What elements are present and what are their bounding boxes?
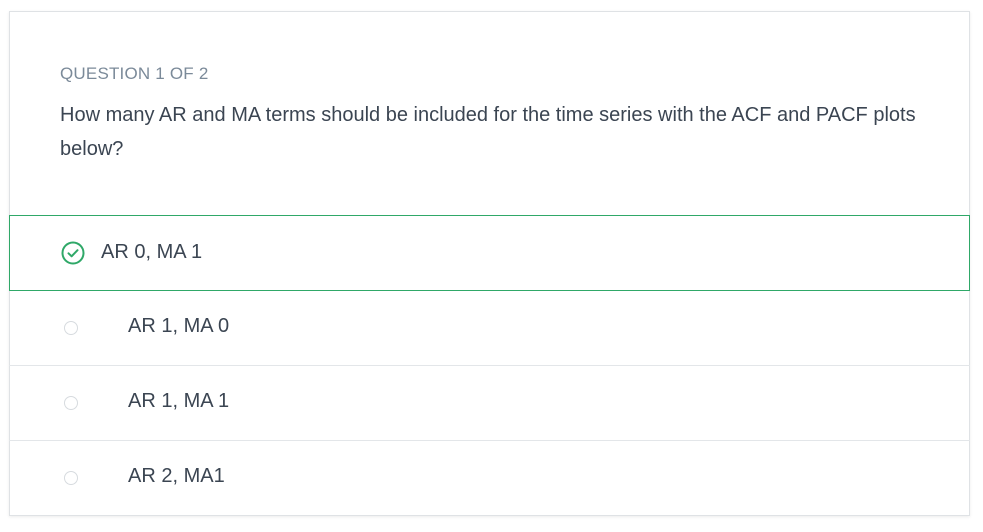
answer-label: AR 0, MA 1 — [101, 241, 203, 263]
radio-circle-icon[interactable] — [64, 321, 78, 335]
answer-option-1[interactable]: AR 0, MA 1 — [9, 215, 970, 291]
radio-circle-icon[interactable] — [64, 471, 78, 485]
question-counter: QUESTION 1 OF 2 — [60, 64, 209, 83]
answer-label: AR 1, MA 1 — [128, 390, 230, 412]
question-text: How many AR and MA terms should be inclu… — [60, 104, 916, 160]
answer-option-2[interactable]: AR 1, MA 0 — [9, 291, 970, 366]
check-circle-icon — [61, 241, 85, 265]
answer-label: AR 1, MA 0 — [128, 315, 230, 337]
answer-list: AR 0, MA 1 AR 1, MA 0 AR 1, MA 1 AR 2, M… — [9, 215, 970, 516]
answer-option-3[interactable]: AR 1, MA 1 — [9, 366, 970, 441]
radio-circle-icon[interactable] — [64, 396, 78, 410]
answer-label: AR 2, MA1 — [128, 465, 225, 487]
answer-option-4[interactable]: AR 2, MA1 — [9, 441, 970, 516]
quiz-card: QUESTION 1 OF 2 How many AR and MA terms… — [9, 11, 970, 516]
